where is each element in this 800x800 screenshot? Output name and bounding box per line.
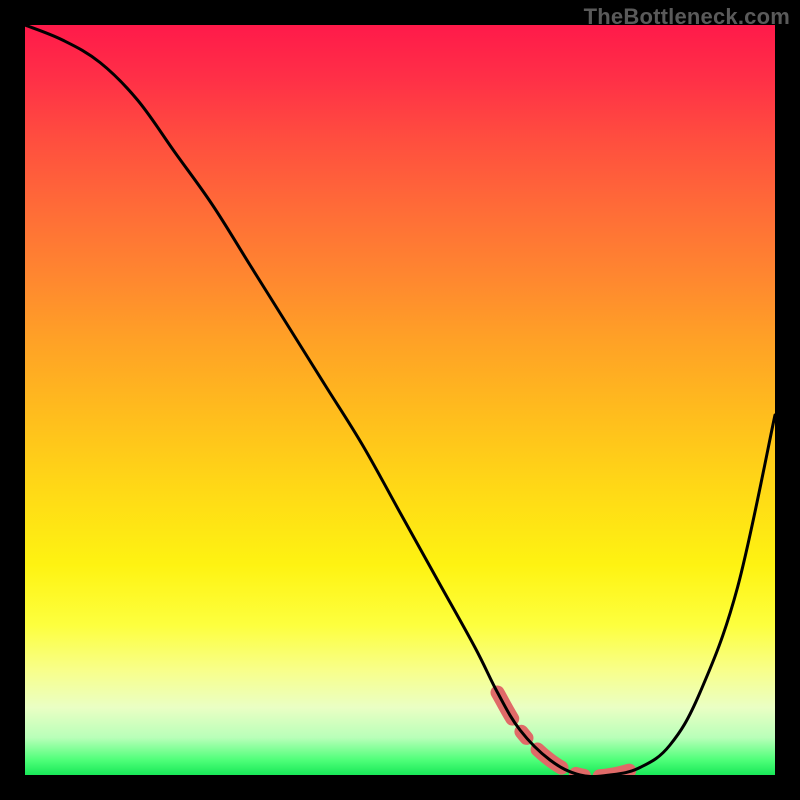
chart-svg — [25, 25, 775, 775]
watermark-text: TheBottleneck.com — [584, 4, 790, 30]
chart-frame: TheBottleneck.com — [0, 0, 800, 800]
bottleneck-curve — [25, 25, 775, 775]
plot-area — [25, 25, 775, 775]
trough-highlight — [498, 693, 641, 776]
